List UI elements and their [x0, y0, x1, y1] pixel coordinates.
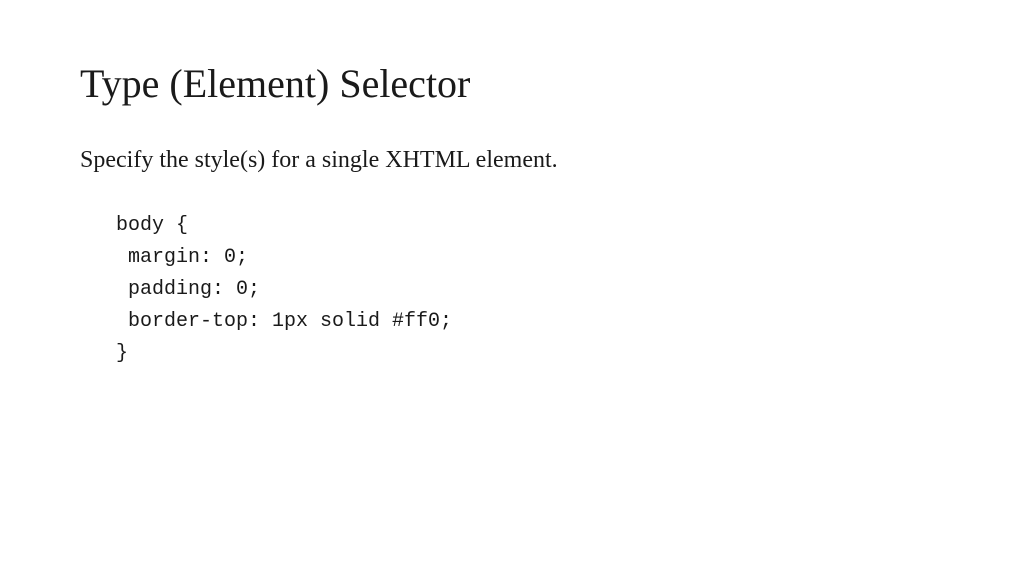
slide-title: Type (Element) Selector	[80, 60, 944, 107]
slide: Type (Element) Selector Specify the styl…	[0, 0, 1024, 430]
code-example: body { margin: 0; padding: 0; border-top…	[80, 210, 944, 370]
slide-subtitle: Specify the style(s) for a single XHTML …	[80, 147, 944, 174]
